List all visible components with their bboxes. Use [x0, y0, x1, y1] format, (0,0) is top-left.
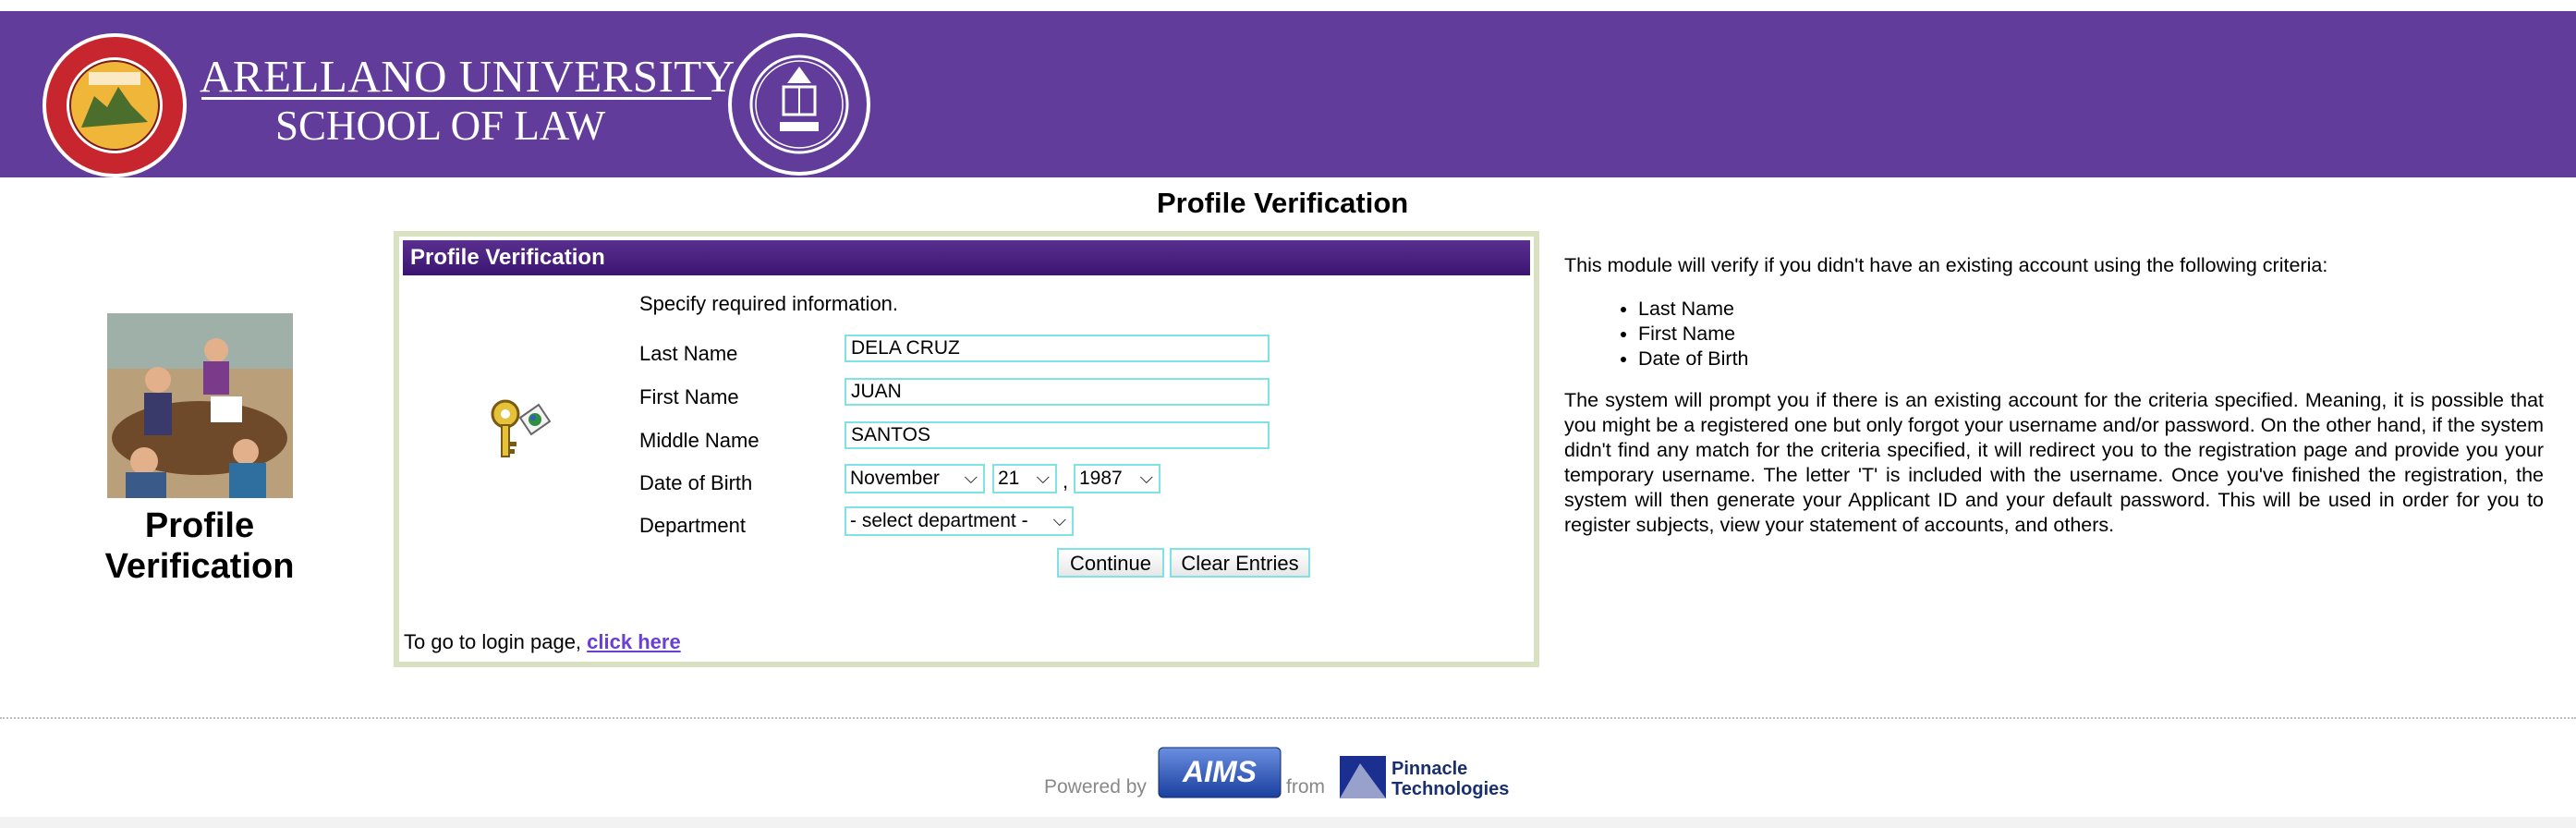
pinnacle-line-1: Pinnacle: [1391, 759, 1467, 779]
date-separator: ,: [1063, 469, 1069, 493]
criteria-item: First Name: [1638, 322, 2544, 347]
criteria-item: Date of Birth: [1638, 347, 2544, 371]
pinnacle-technologies-logo: Pinnacle Technologies: [1340, 756, 1509, 799]
aims-logo: AIMS: [1158, 747, 1282, 798]
birth-year-value: 1987: [1079, 468, 1123, 489]
from-text: from: [1286, 776, 1325, 798]
info-paragraph: The system will prompt you if there is a…: [1564, 389, 2544, 536]
info-intro: This module will verify if you didn't ha…: [1564, 254, 2328, 276]
criteria-item: Last Name: [1638, 297, 2544, 322]
side-caption: Profile Verification: [104, 506, 295, 586]
birth-day-value: 21: [998, 468, 1020, 489]
brand-line-2: SCHOOL OF LAW: [275, 103, 606, 149]
login-link[interactable]: click here: [587, 630, 681, 653]
department-value: - select department -: [850, 510, 1028, 531]
pinnacle-line-2: Technologies: [1391, 779, 1509, 799]
chevron-down-icon: ⌵: [1052, 511, 1066, 530]
chevron-down-icon: ⌵: [1139, 469, 1153, 488]
first-name-label: First Name: [639, 385, 739, 408]
department-label: Department: [639, 514, 746, 537]
continue-button[interactable]: Continue: [1057, 548, 1164, 578]
criteria-list: Last Name First Name Date of Birth: [1564, 297, 2544, 371]
login-text: To go to login page,: [404, 630, 582, 653]
aims-logo-text: AIMS: [1182, 755, 1258, 788]
school-of-law-seal-logo: [728, 33, 870, 176]
info-section: This module will verify if you didn't ha…: [1564, 253, 2544, 538]
panel-title: Profile Verification: [403, 240, 1530, 275]
powered-by-text: Powered by: [1044, 776, 1147, 798]
chevron-down-icon: ⌵: [1036, 469, 1050, 488]
chevron-down-icon: ⌵: [964, 469, 978, 488]
first-name-input[interactable]: [844, 378, 1270, 406]
top-strip: [0, 0, 2576, 11]
arellano-university-seal-logo: [43, 33, 187, 177]
last-name-label: Last Name: [639, 342, 738, 365]
bottom-strip: [0, 817, 2576, 828]
brand-line-1: ARELLANO UNIVERSITY: [200, 51, 735, 102]
birth-day-select[interactable]: 21 ⌵: [992, 464, 1057, 493]
brand-divider: [201, 97, 711, 100]
birth-year-select[interactable]: 1987 ⌵: [1074, 464, 1160, 493]
birth-month-select[interactable]: November ⌵: [844, 464, 985, 493]
footer-divider: [0, 717, 2576, 719]
department-select[interactable]: - select department - ⌵: [844, 506, 1074, 536]
profile-verification-panel: Profile Verification Specify required in…: [394, 231, 1539, 667]
last-name-input[interactable]: [844, 335, 1270, 362]
intro-text: Specify required information.: [639, 292, 899, 315]
key-icon: [491, 399, 552, 457]
login-prompt: To go to login page, click here: [404, 630, 681, 654]
meeting-illustration: [107, 313, 293, 498]
clear-entries-button[interactable]: Clear Entries: [1170, 548, 1310, 578]
middle-name-input[interactable]: [844, 421, 1270, 449]
site-header: ARELLANO UNIVERSITY SCHOOL OF LAW: [0, 11, 2576, 177]
footer: Powered by AIMS from Pinnacle Technologi…: [0, 745, 2576, 828]
page-title: Profile Verification: [1157, 187, 1409, 219]
middle-name-label: Middle Name: [639, 429, 759, 452]
birth-month-value: November: [850, 468, 940, 489]
date-of-birth-label: Date of Birth: [639, 471, 753, 494]
